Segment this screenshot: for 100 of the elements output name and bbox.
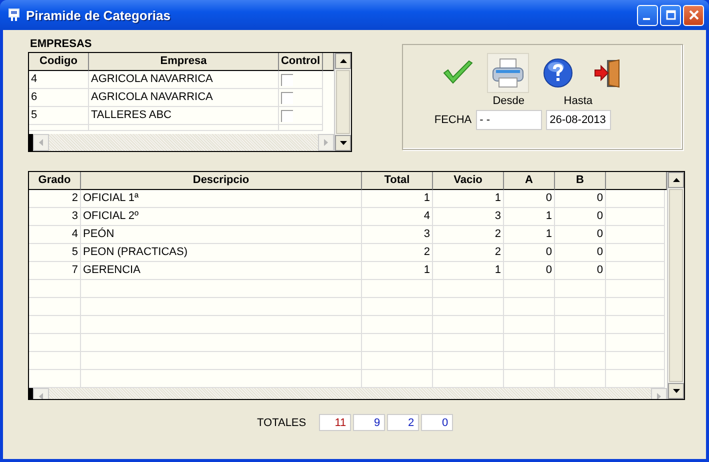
- table-cell: [555, 298, 606, 316]
- up-arrow-icon: [340, 59, 346, 63]
- table-cell: AGRICOLA NAVARRICA: [89, 89, 279, 107]
- column-header[interactable]: Descripcio: [81, 172, 362, 190]
- maximize-button[interactable]: [660, 4, 681, 26]
- table-cell: [362, 280, 433, 298]
- down-arrow-icon: [672, 389, 680, 393]
- total-field: 9: [353, 414, 386, 431]
- table-cell: [555, 352, 606, 370]
- vertical-scrollbar[interactable]: [334, 53, 351, 151]
- close-icon: [688, 10, 698, 20]
- table-cell: [433, 316, 504, 334]
- table-cell: 0: [555, 226, 606, 244]
- column-header: [323, 53, 334, 71]
- table-cell: [504, 280, 555, 298]
- column-header[interactable]: Control: [279, 53, 323, 71]
- table-cell: 0: [555, 208, 606, 226]
- table-cell: 3: [433, 208, 504, 226]
- up-arrow-icon: [672, 178, 680, 182]
- total-field: 11: [319, 414, 352, 431]
- table-cell: 0: [555, 190, 606, 208]
- table-cell: [606, 316, 665, 334]
- left-arrow-icon: [39, 139, 43, 146]
- table-cell: [433, 298, 504, 316]
- from-date-field[interactable]: - -: [476, 110, 542, 130]
- table-cell: 1: [362, 190, 433, 208]
- table-cell: 3: [362, 226, 433, 244]
- column-header[interactable]: B: [555, 172, 606, 190]
- table-cell: [433, 280, 504, 298]
- checkbox[interactable]: [281, 74, 293, 86]
- table-cell: 5: [29, 244, 81, 262]
- table-cell: TALLERES ABC: [89, 107, 279, 125]
- vertical-scrollbar[interactable]: [667, 172, 684, 399]
- print-button[interactable]: [486, 53, 528, 93]
- printer-icon: [490, 57, 524, 89]
- app-icon: [8, 8, 20, 22]
- window-title: Piramide de Categorias: [26, 8, 172, 22]
- minimize-button[interactable]: [637, 4, 658, 26]
- table-cell: [606, 262, 665, 280]
- date-label: FECHA: [434, 113, 472, 128]
- right-arrow-icon: [657, 393, 661, 399]
- right-arrow-icon: [324, 139, 328, 146]
- table-cell: 5: [29, 107, 89, 125]
- table-cell: 1: [504, 226, 555, 244]
- table-cell: 2: [29, 190, 81, 208]
- table-cell: 2: [362, 244, 433, 262]
- table-cell: [606, 280, 665, 298]
- column-header[interactable]: Total: [362, 172, 433, 190]
- table-cell: [362, 352, 433, 370]
- column-header[interactable]: Empresa: [89, 53, 279, 71]
- table-cell: 4: [362, 208, 433, 226]
- column-header[interactable]: Codigo: [29, 53, 89, 71]
- table-cell: [606, 334, 665, 352]
- table-cell: [504, 334, 555, 352]
- checkbox[interactable]: [281, 110, 293, 122]
- table-cell: AGRICOLA NAVARRICA: [89, 71, 279, 89]
- table-cell: 1: [433, 190, 504, 208]
- table-cell: [29, 334, 81, 352]
- table-cell: [606, 190, 665, 208]
- table-cell: 2: [433, 226, 504, 244]
- table-cell: [504, 298, 555, 316]
- table-cell: [606, 208, 665, 226]
- table-cell: 1: [433, 262, 504, 280]
- table-cell: [29, 316, 81, 334]
- table-cell: [29, 352, 81, 370]
- column-header[interactable]: Vacio: [433, 172, 504, 190]
- table-cell: [606, 226, 665, 244]
- down-arrow-icon: [340, 141, 346, 145]
- from-label: Desde: [492, 95, 525, 107]
- minimize-icon: [642, 18, 650, 20]
- table-cell: 0: [504, 244, 555, 262]
- table-cell: [606, 298, 665, 316]
- table-cell: 0: [504, 262, 555, 280]
- left-arrow-icon: [39, 393, 43, 399]
- checkbox[interactable]: [281, 92, 293, 104]
- table-cell: PEON (PRACTICAS): [81, 244, 362, 262]
- table-cell: [555, 316, 606, 334]
- table-cell: 6: [29, 89, 89, 107]
- close-button[interactable]: [683, 4, 704, 26]
- table-cell: PEÓN: [81, 226, 362, 244]
- total-field: 0: [421, 414, 454, 431]
- column-header[interactable]: A: [504, 172, 555, 190]
- table-cell: [606, 244, 665, 262]
- table-cell: 4: [29, 71, 89, 89]
- totals-label: TOTALES: [257, 416, 306, 428]
- table-cell: [504, 316, 555, 334]
- horizontal-scrollbar[interactable]: [29, 134, 334, 151]
- table-cell: [555, 334, 606, 352]
- table-cell: [555, 280, 606, 298]
- table-cell: 2: [433, 244, 504, 262]
- to-date-field[interactable]: 26-08-2013: [546, 110, 611, 130]
- column-header[interactable]: Grado: [29, 172, 81, 190]
- checkmark-icon: [442, 60, 474, 86]
- table-cell: [433, 334, 504, 352]
- table-cell: [362, 316, 433, 334]
- table-cell: 1: [362, 262, 433, 280]
- table-cell: [362, 298, 433, 316]
- exit-door-icon: [592, 58, 622, 88]
- table-cell: OFICIAL 2º: [81, 208, 362, 226]
- table-cell: [433, 352, 504, 370]
